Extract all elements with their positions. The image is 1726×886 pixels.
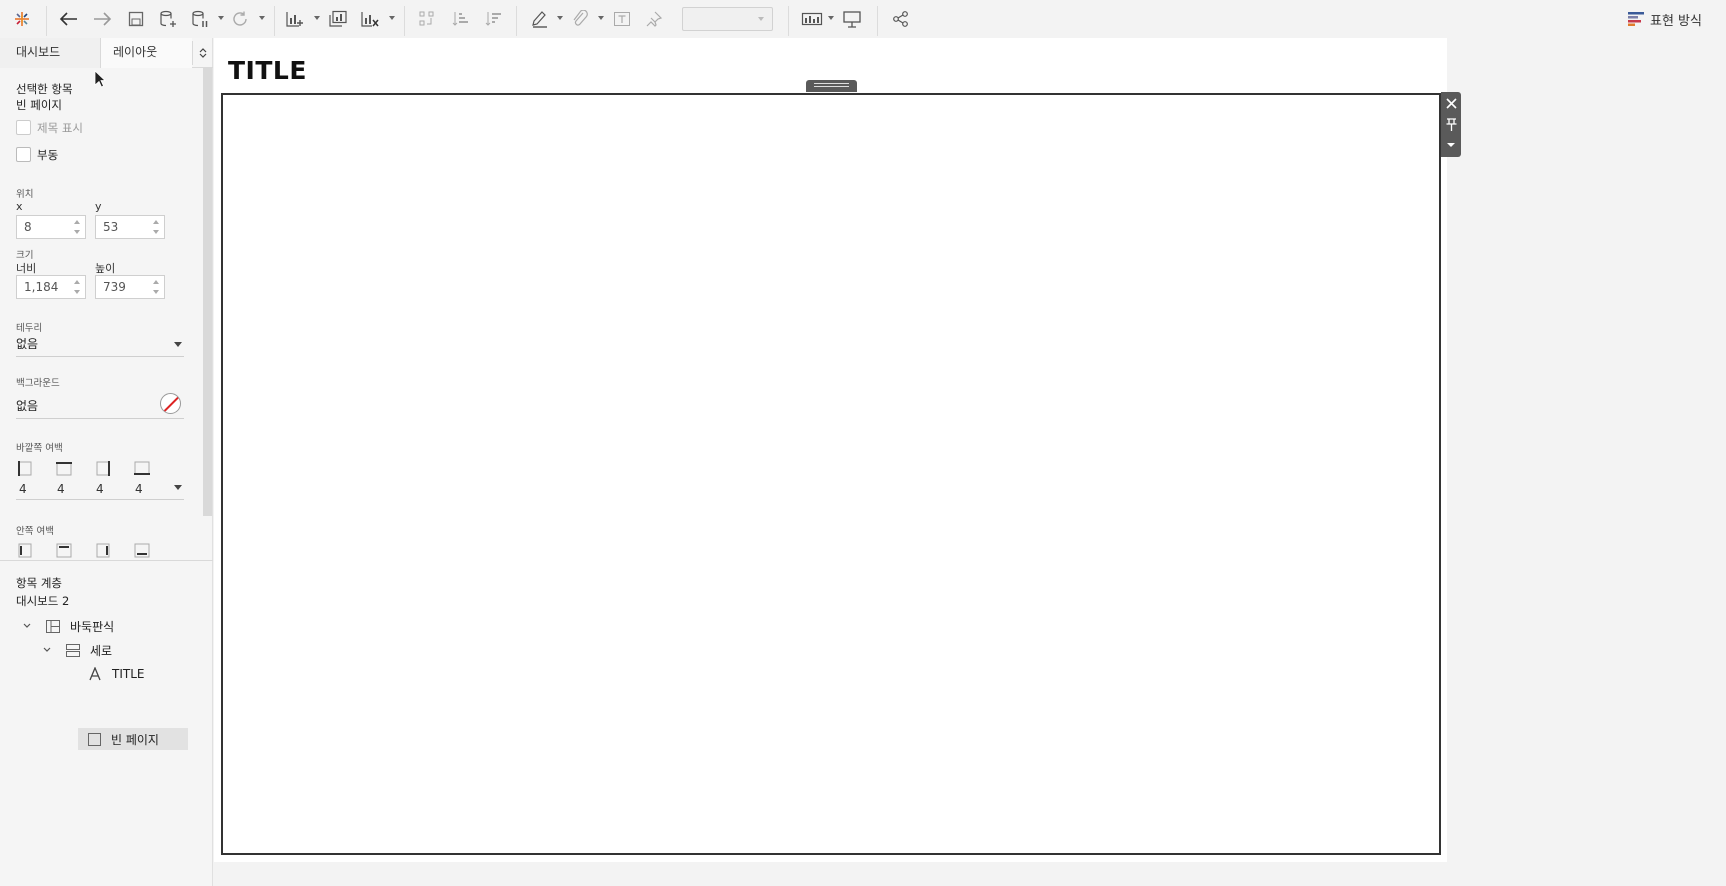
hierarchy-dashboard-name: 대시보드 2 [16, 594, 70, 608]
inner-padding-label: 안쪽 여백 [16, 526, 54, 537]
sort-asc-icon[interactable] [448, 7, 472, 31]
tree-label-title: TITLE [112, 667, 145, 681]
padding-bottom-icon[interactable] [134, 461, 150, 476]
height-label: 높이 [95, 262, 116, 275]
blank-object-selected[interactable] [221, 93, 1441, 855]
x-spinner[interactable] [74, 220, 81, 234]
tab-dashboard[interactable]: 대시보드 [0, 38, 101, 68]
height-value: 739 [103, 280, 126, 294]
tree-item-blank[interactable]: 빈 페이지 [78, 728, 188, 750]
show-me-icon [1628, 12, 1644, 26]
y-label: y [95, 200, 102, 213]
x-label: x [16, 200, 23, 213]
height-input[interactable]: 739 [95, 275, 165, 299]
tableau-logo-icon[interactable] [10, 7, 34, 31]
show-me-label: 표현 방식 [1650, 13, 1702, 29]
save-icon[interactable] [124, 7, 148, 31]
y-spinner[interactable] [153, 220, 160, 234]
chevron-down-icon[interactable] [22, 621, 32, 631]
dashboard-title[interactable]: TITLE [228, 56, 307, 85]
presentation-icon[interactable] [840, 7, 864, 31]
share-icon[interactable] [889, 7, 913, 31]
show-title-label: 제목 표시 [37, 121, 83, 135]
width-value: 1,184 [24, 280, 59, 294]
object-toolbar [1441, 92, 1461, 157]
inner-padding-left-icon[interactable] [17, 543, 33, 558]
padding-left-icon[interactable] [17, 461, 33, 476]
inner-padding-bottom-icon[interactable] [134, 543, 150, 558]
border-value: 없음 [16, 337, 39, 351]
panel-tabs: 대시보드 레이아웃 [0, 38, 213, 68]
label-icon[interactable] [610, 7, 634, 31]
tree-item-title[interactable]: TITLE [78, 663, 188, 685]
tree-label-vertical: 세로 [90, 643, 113, 658]
border-select[interactable]: 없음 [16, 333, 184, 357]
more-options-icon[interactable] [1441, 135, 1461, 155]
clear-sheet-icon[interactable] [358, 7, 382, 31]
height-spinner[interactable] [153, 280, 160, 294]
tree-label-blank: 빈 페이지 [111, 732, 159, 747]
show-title-checkbox[interactable] [16, 120, 31, 135]
tab-layout[interactable]: 레이아웃 [101, 38, 192, 68]
blank-object-icon [88, 732, 101, 746]
position-label: 위치 [16, 189, 34, 200]
background-select[interactable]: 없음 [16, 395, 184, 419]
vertical-container-icon [66, 643, 80, 657]
mouse-cursor-icon [94, 70, 106, 88]
tiled-layout-icon [46, 619, 60, 633]
duplicate-icon[interactable] [326, 7, 350, 31]
left-panel: 대시보드 레이아웃 선택한 항목 빈 페이지 제목 표시 부동 위치 x y 8… [0, 38, 213, 886]
highlight-icon[interactable] [528, 7, 552, 31]
y-value: 53 [103, 220, 119, 234]
y-input[interactable]: 53 [95, 215, 165, 239]
pause-updates-icon[interactable] [188, 7, 212, 31]
inner-padding-top-icon[interactable] [56, 543, 72, 558]
tree-item-vertical[interactable]: 세로 [40, 639, 190, 661]
floating-label: 부동 [37, 148, 59, 162]
width-input[interactable]: 1,184 [16, 275, 86, 299]
outer-padding-label: 바깥쪽 여백 [16, 443, 63, 454]
selected-item-name: 빈 페이지 [16, 98, 62, 112]
panel-scrollbar[interactable] [203, 68, 212, 516]
group-icon[interactable] [568, 7, 592, 31]
close-icon[interactable] [1441, 93, 1461, 113]
tab-toggle-icon[interactable] [192, 41, 213, 65]
tree-item-tiled[interactable]: 바둑판식 [20, 615, 190, 637]
new-worksheet-icon[interactable] [283, 7, 307, 31]
padding-top-icon[interactable] [56, 461, 72, 476]
floating-checkbox[interactable] [16, 147, 31, 162]
border-label: 테두리 [16, 323, 43, 334]
new-datasource-icon[interactable] [156, 7, 180, 31]
sort-desc-icon[interactable] [481, 7, 505, 31]
background-value: 없음 [16, 399, 39, 413]
background-color-picker[interactable] [160, 393, 181, 414]
chevron-down-icon[interactable] [42, 645, 52, 655]
redo-icon[interactable] [90, 7, 114, 31]
show-cards-icon[interactable] [800, 7, 824, 31]
pin-icon[interactable] [642, 7, 666, 31]
size-label: 크기 [16, 250, 34, 261]
refresh-icon[interactable] [228, 7, 252, 31]
layout-panel-content: 선택한 항목 빈 페이지 제목 표시 부동 위치 x y 8 53 크기 너비 … [0, 68, 213, 560]
undo-icon[interactable] [57, 7, 81, 31]
toolbar: 표현 방식 [0, 0, 1726, 38]
drag-handle[interactable] [806, 80, 857, 92]
x-value: 8 [24, 220, 32, 234]
background-label: 백그라운드 [16, 378, 60, 389]
width-label: 너비 [16, 262, 37, 275]
padding-right-icon[interactable] [95, 461, 111, 476]
text-object-icon [89, 667, 101, 681]
inner-padding-right-icon[interactable] [95, 543, 111, 558]
item-hierarchy-heading: 항목 계층 [16, 576, 62, 590]
fit-combo[interactable] [682, 7, 773, 31]
swap-icon[interactable] [415, 7, 439, 31]
selected-item-heading: 선택한 항목 [16, 82, 73, 96]
x-input[interactable]: 8 [16, 215, 86, 239]
width-spinner[interactable] [74, 280, 81, 294]
show-me-button[interactable]: 표현 방식 [1628, 8, 1702, 30]
pin-icon[interactable] [1441, 114, 1461, 134]
tree-label-tiled: 바둑판식 [70, 619, 115, 634]
outer-padding-select[interactable] [16, 476, 184, 500]
panel-divider [0, 560, 213, 561]
